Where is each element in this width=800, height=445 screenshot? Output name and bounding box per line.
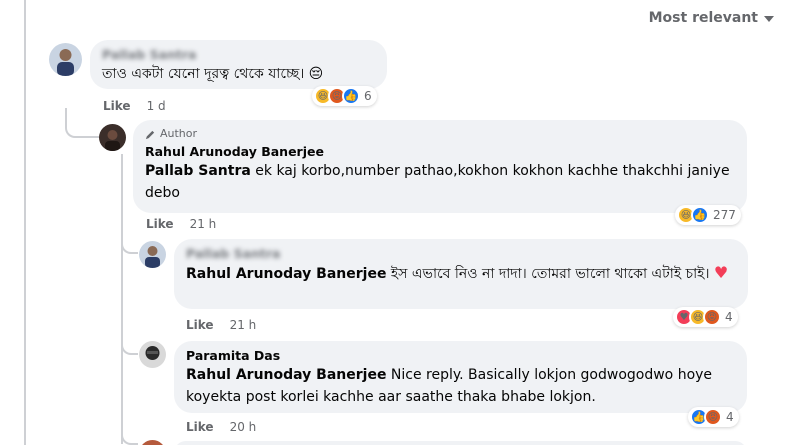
reaction-summary[interactable]: 👍 😡 4 bbox=[688, 407, 739, 427]
comment-bubble: Paramita Das Rahul Arunoday Banerjee Nic… bbox=[174, 341, 747, 413]
comment-actions: Like 1 d bbox=[103, 99, 166, 113]
avatar[interactable] bbox=[49, 43, 82, 76]
reply-connector bbox=[65, 108, 99, 138]
thread-line bbox=[121, 154, 123, 444]
reply-connector bbox=[121, 230, 138, 254]
commenter-name[interactable]: Paramita Das bbox=[186, 348, 735, 364]
comment-bubble: Pallab Santra Rahul Arunoday Banerjee ইস… bbox=[174, 239, 748, 309]
commenter-name[interactable]: Pallab Santra bbox=[102, 47, 375, 63]
mention-tag[interactable]: Rahul Arunoday Banerjee bbox=[186, 367, 386, 383]
comment-actions: Like 21 h bbox=[146, 217, 216, 231]
comment-text: Pallab Santra ek kaj korbo,number pathao… bbox=[145, 160, 735, 204]
pen-icon bbox=[145, 130, 155, 139]
thread-left-rule bbox=[24, 0, 26, 445]
reaction-count: 4 bbox=[725, 310, 733, 324]
avatar[interactable] bbox=[99, 124, 126, 151]
reaction-summary[interactable]: 😆 😡 👍 6 bbox=[312, 86, 377, 106]
reaction-summary[interactable]: 😆 👍 277 bbox=[675, 205, 741, 225]
commenter-name[interactable]: Rahul Arunoday Banerjee bbox=[145, 144, 735, 160]
author-badge: Author bbox=[145, 127, 735, 141]
timestamp[interactable]: 1 d bbox=[147, 99, 166, 113]
like-button[interactable]: Like bbox=[146, 217, 174, 231]
comment-text: Rahul Arunoday Banerjee ইস এভাবে নিও না … bbox=[186, 262, 736, 285]
like-button[interactable]: Like bbox=[186, 420, 214, 434]
heart-icon: ♥ bbox=[713, 263, 729, 282]
timestamp[interactable]: 21 h bbox=[230, 318, 257, 332]
reply-connector bbox=[121, 330, 138, 355]
sort-dropdown[interactable]: Most relevant bbox=[649, 10, 774, 26]
angry-reaction-icon: 😡 bbox=[704, 408, 722, 426]
comment-bubble bbox=[174, 441, 747, 445]
commenter-name[interactable]: Pallab Santra bbox=[186, 246, 736, 262]
author-label: Author bbox=[160, 127, 198, 140]
sort-label: Most relevant bbox=[648, 10, 758, 26]
comment-bubble: Author Rahul Arunoday Banerjee Pallab Sa… bbox=[133, 120, 747, 213]
reaction-count: 4 bbox=[726, 410, 734, 424]
avatar[interactable] bbox=[139, 341, 166, 368]
reaction-count: 6 bbox=[364, 89, 372, 103]
mention-tag[interactable]: Rahul Arunoday Banerjee bbox=[186, 266, 386, 282]
comment-text: তাও একটা যেনো দূরত্ব থেকে যাচ্ছে। 😔 bbox=[102, 66, 324, 82]
reply-connector bbox=[121, 430, 138, 445]
comment-actions: Like 21 h bbox=[186, 318, 256, 332]
like-button[interactable]: Like bbox=[103, 99, 131, 113]
reaction-summary[interactable]: ♥ 😆 😡 4 bbox=[673, 307, 738, 327]
comment-body: ইস এভাবে নিও না দাদা। তোমরা ভালো থাকো এট… bbox=[386, 266, 710, 282]
like-reaction-icon: 👍 bbox=[342, 87, 360, 105]
comment-text: Rahul Arunoday Banerjee Nice reply. Basi… bbox=[186, 364, 735, 408]
chevron-down-icon bbox=[764, 16, 774, 22]
comment-bubble: Pallab Santra তাও একটা যেনো দূরত্ব থেকে … bbox=[90, 40, 387, 89]
avatar[interactable] bbox=[139, 241, 166, 268]
timestamp[interactable]: 21 h bbox=[190, 217, 217, 231]
avatar[interactable] bbox=[139, 440, 166, 445]
like-button[interactable]: Like bbox=[186, 318, 214, 332]
timestamp[interactable]: 20 h bbox=[230, 420, 257, 434]
like-reaction-icon: 👍 bbox=[691, 206, 709, 224]
angry-reaction-icon: 😡 bbox=[703, 308, 721, 326]
reaction-count: 277 bbox=[713, 208, 736, 222]
comment-actions: Like 20 h bbox=[186, 420, 256, 434]
mention-tag[interactable]: Pallab Santra bbox=[145, 163, 251, 179]
